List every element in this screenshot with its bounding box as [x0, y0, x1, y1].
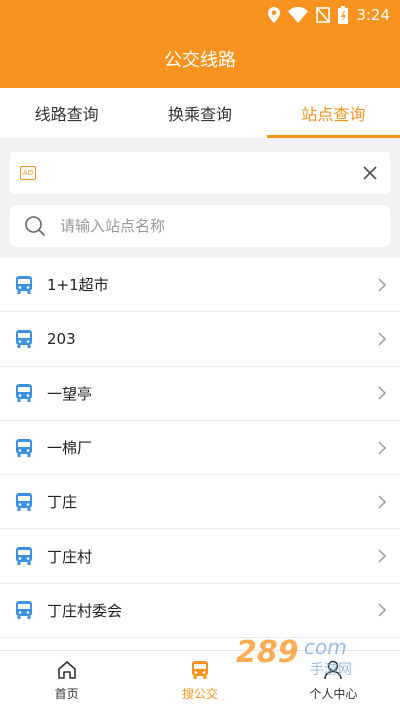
station-name: 一棉厂	[47, 439, 93, 458]
bus-icon	[16, 547, 32, 566]
no-signal-icon	[316, 7, 331, 23]
bottom-nav: 首页 搜公交 个人中心	[0, 650, 400, 710]
bus-icon	[16, 275, 32, 294]
list-item[interactable]: 一棉厂	[0, 421, 400, 476]
tab-route-query[interactable]: 线路查询	[0, 88, 133, 138]
chevron-right-icon	[378, 603, 387, 617]
chevron-right-icon	[378, 332, 387, 346]
station-name: 丁庄	[47, 493, 78, 512]
search-box	[10, 205, 390, 247]
chevron-right-icon	[378, 441, 387, 455]
bus-icon	[16, 329, 32, 348]
search-icon	[25, 216, 46, 237]
bus-icon	[16, 601, 32, 620]
station-name: 丁庄村	[47, 547, 93, 566]
user-icon	[324, 660, 343, 680]
chevron-right-icon	[378, 495, 387, 509]
title-bar: 公交线路	[0, 30, 400, 88]
close-icon[interactable]	[360, 163, 380, 183]
battery-icon	[338, 6, 349, 24]
tab-label: 线路查询	[34, 105, 99, 124]
tab-label: 站点查询	[301, 105, 366, 124]
home-icon	[57, 661, 76, 679]
station-name: 203	[47, 329, 76, 348]
tab-bar: 线路查询 换乘查询 站点查询	[0, 88, 400, 138]
list-item[interactable]: 一望亭	[0, 367, 400, 421]
nav-label: 搜公交	[181, 687, 218, 701]
nav-home[interactable]: 首页	[0, 651, 133, 710]
ad-banner[interactable]: AD	[10, 152, 390, 194]
status-time: 3:24	[356, 6, 390, 24]
nav-search-bus[interactable]: 搜公交	[133, 651, 266, 710]
bus-icon	[16, 384, 32, 403]
station-name: 1+1超市	[47, 276, 109, 295]
nav-label: 首页	[54, 687, 79, 701]
chevron-right-icon	[378, 386, 387, 400]
chevron-right-icon	[378, 549, 387, 563]
wifi-icon	[288, 7, 309, 23]
station-name: 丁庄村委会	[47, 601, 123, 620]
tab-label: 换乘查询	[167, 105, 232, 124]
ad-badge: AD	[20, 166, 36, 180]
station-search-input[interactable]	[60, 217, 360, 235]
list-item[interactable]: 丁庄	[0, 475, 400, 530]
location-icon	[268, 7, 281, 23]
list-item[interactable]: 1+1超市	[0, 258, 400, 313]
bus-icon	[16, 492, 32, 511]
status-bar: 3:24	[0, 0, 400, 30]
nav-profile[interactable]: 个人中心	[267, 651, 400, 710]
nav-label: 个人中心	[309, 687, 358, 701]
page-title: 公交线路	[164, 50, 236, 71]
tab-transfer-query[interactable]: 换乘查询	[133, 88, 266, 138]
station-list: 1+1超市 203 一望亭 一棉厂 丁庄 丁庄村 丁庄村委会	[0, 258, 400, 650]
bus-icon	[191, 661, 208, 679]
bus-icon	[16, 438, 32, 457]
chevron-right-icon	[378, 278, 387, 292]
list-item[interactable]: 丁庄村委会	[0, 584, 400, 639]
tab-station-query[interactable]: 站点查询	[266, 88, 400, 138]
station-name: 一望亭	[47, 384, 93, 403]
list-item[interactable]: 203	[0, 312, 400, 367]
list-item[interactable]: 丁庄村	[0, 529, 400, 584]
